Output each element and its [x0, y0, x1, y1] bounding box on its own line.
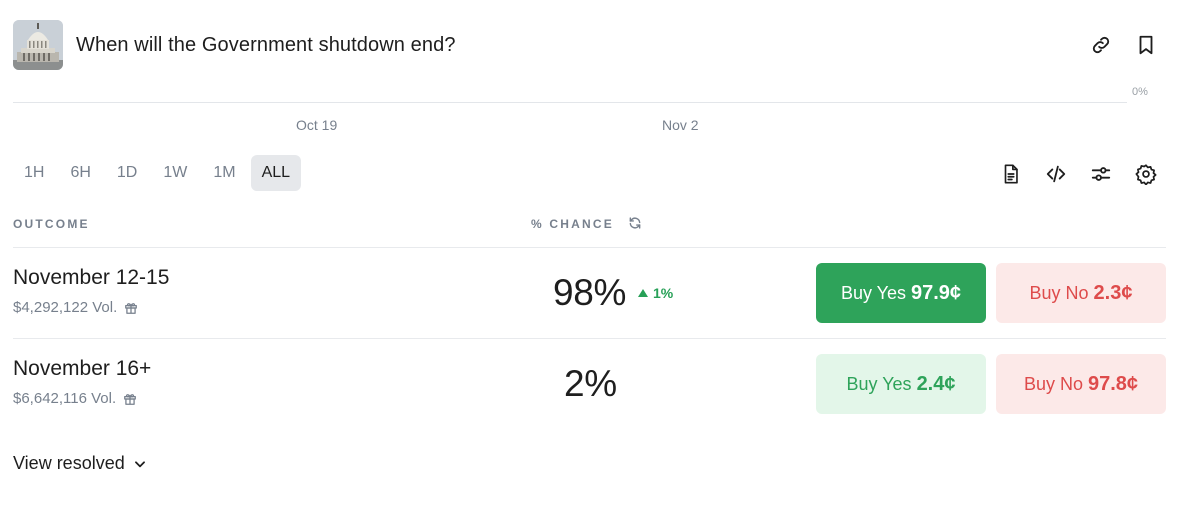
buy-no-button[interactable]: Buy No 97.8¢: [996, 354, 1166, 414]
buy-no-label: Buy No: [1023, 373, 1083, 394]
gift-icon[interactable]: [123, 392, 137, 406]
chance-delta: 1%: [638, 285, 673, 301]
buy-yes-button[interactable]: Buy Yes 2.4¢: [816, 354, 986, 414]
view-resolved-toggle[interactable]: View resolved: [13, 453, 147, 474]
view-resolved-label: View resolved: [13, 453, 125, 473]
code-icon[interactable]: [1044, 162, 1068, 186]
outcome-chance: 2%: [564, 363, 617, 404]
chevron-down-icon: [134, 460, 145, 467]
refresh-icon[interactable]: [628, 216, 642, 230]
link-icon[interactable]: [1090, 34, 1112, 56]
outcome-chance: 98%: [553, 272, 627, 313]
outcome-volume: $4,292,122 Vol.: [13, 299, 138, 316]
gift-icon[interactable]: [124, 301, 138, 315]
outcome-volume: $6,642,116 Vol.: [13, 390, 137, 407]
buy-yes-button[interactable]: Buy Yes 97.9¢: [816, 263, 986, 323]
outcome-name: November 16+: [13, 357, 152, 380]
price-chart: 0% Oct 19 Nov 2: [0, 86, 1196, 142]
chart-x-tick: Oct 19: [296, 117, 338, 133]
table-divider: [13, 247, 1166, 248]
capitol-building-image: [13, 20, 63, 70]
up-arrow-icon: [638, 289, 648, 297]
buy-yes-price: 97.9¢: [911, 281, 962, 304]
market-thumbnail: [13, 20, 63, 70]
document-icon[interactable]: [999, 162, 1023, 186]
chart-x-tick: Nov 2: [662, 117, 699, 133]
sliders-icon[interactable]: [1089, 162, 1113, 186]
table-divider: [13, 338, 1166, 339]
buy-yes-label: Buy Yes: [840, 282, 906, 303]
chart-tools: [0, 162, 1196, 186]
chance-delta-value: 1%: [653, 285, 674, 301]
gear-icon[interactable]: [1134, 162, 1158, 186]
buy-yes-label: Buy Yes: [846, 373, 912, 394]
buy-no-price: 97.8¢: [1087, 372, 1139, 395]
market-header: When will the Government shutdown end?: [0, 0, 1196, 90]
outcome-column-header: OUTCOME: [13, 217, 90, 231]
outcome-name: November 12-15: [13, 266, 170, 289]
chance-column-header: % CHANCE: [531, 217, 614, 231]
volume-text: $4,292,122 Vol.: [13, 299, 118, 316]
chart-y-label: 0%: [1132, 86, 1148, 98]
market-title: When will the Government shutdown end?: [76, 34, 456, 56]
volume-text: $6,642,116 Vol.: [13, 390, 117, 407]
buy-yes-price: 2.4¢: [916, 372, 956, 395]
chart-baseline: [13, 102, 1127, 103]
buy-no-price: 2.3¢: [1093, 281, 1133, 304]
buy-no-label: Buy No: [1029, 282, 1089, 303]
bookmark-icon[interactable]: [1135, 34, 1157, 56]
buy-no-button[interactable]: Buy No 2.3¢: [996, 263, 1166, 323]
